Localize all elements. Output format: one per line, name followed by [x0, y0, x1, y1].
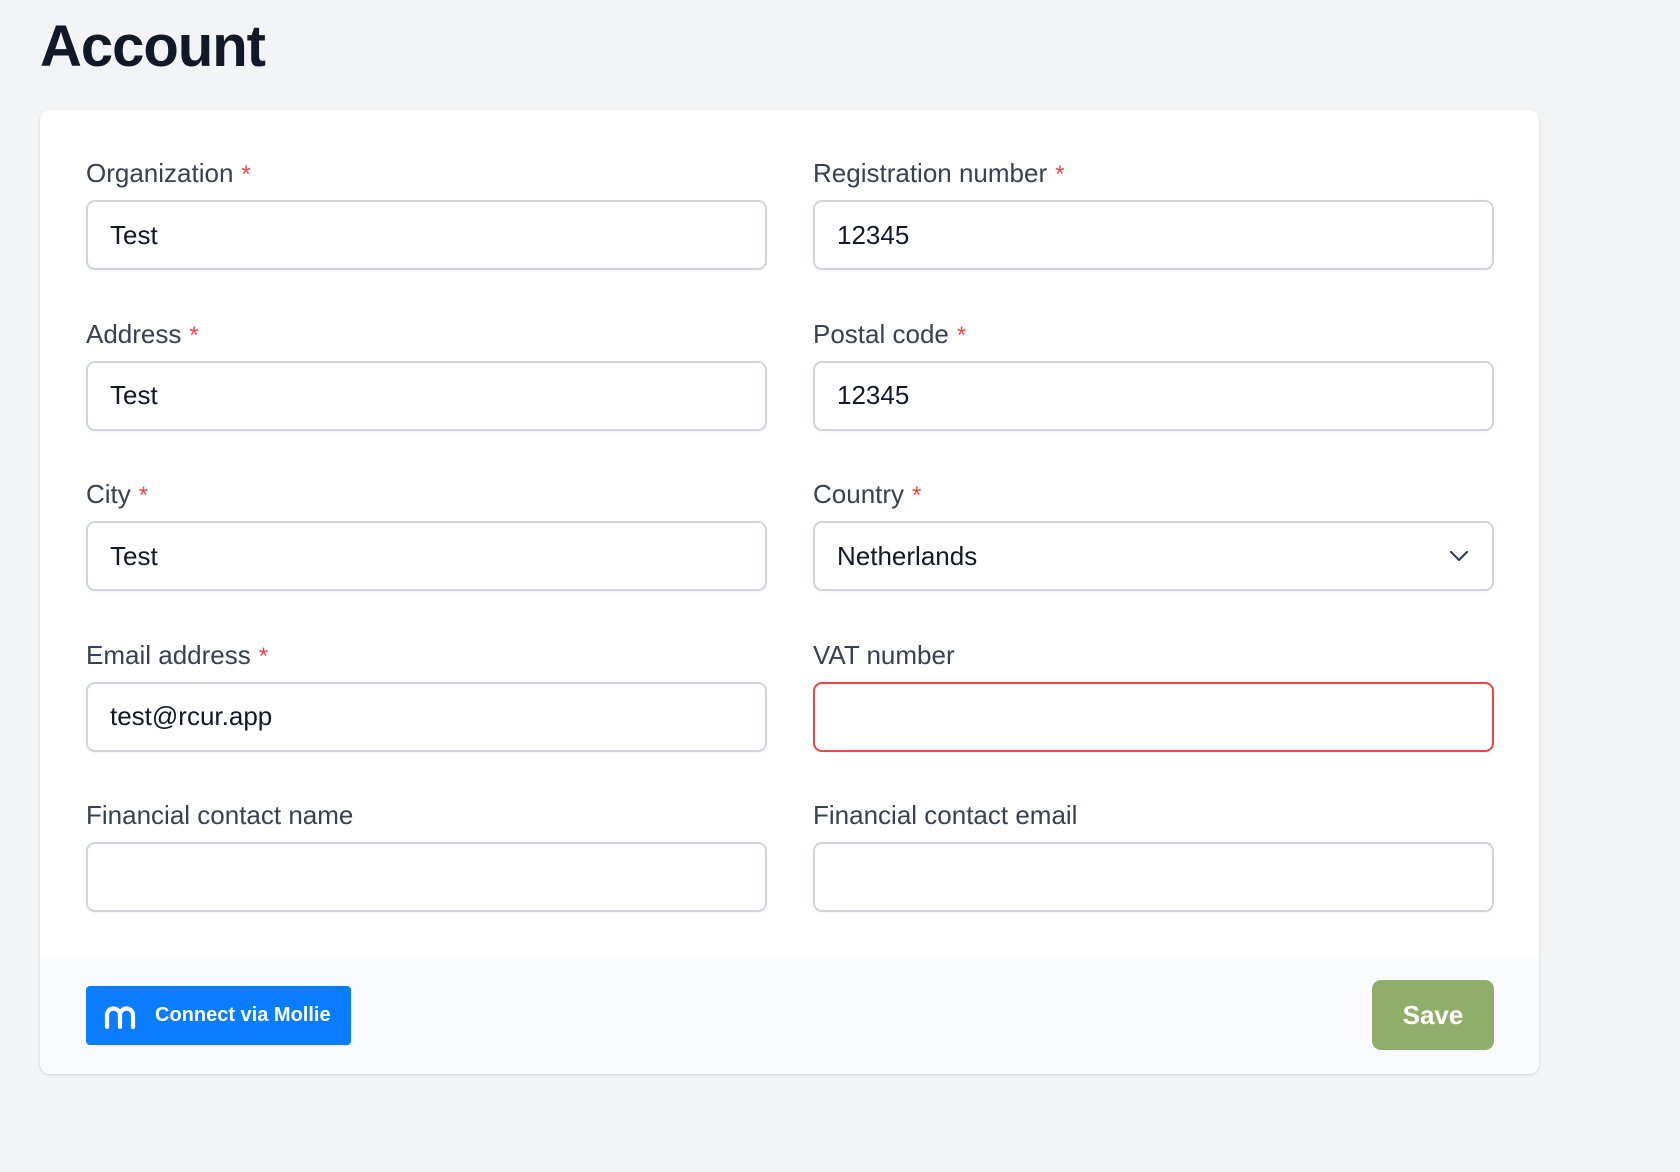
organization-label: Organization *: [86, 156, 767, 200]
required-asterisk: *: [241, 161, 251, 188]
chevron-down-icon: [1449, 550, 1469, 562]
city-label: City *: [86, 477, 767, 521]
financial-contact-email-label: Financial contact email: [813, 800, 1078, 830]
postal-code-input[interactable]: [813, 360, 1494, 431]
save-button[interactable]: Save: [1372, 980, 1494, 1050]
required-asterisk: *: [912, 482, 922, 509]
email-address-label-text: Email address: [86, 639, 251, 670]
country-select-value[interactable]: Netherlands: [813, 521, 1494, 591]
financial-contact-email-input[interactable]: [813, 842, 1494, 912]
city-field: City *: [86, 477, 767, 638]
vat-number-input[interactable]: [813, 681, 1494, 752]
financial-contact-name-field: Financial contact name: [86, 798, 767, 959]
address-input[interactable]: [86, 360, 767, 431]
postal-code-label: Postal code *: [813, 317, 1494, 361]
address-label-text: Address: [86, 318, 182, 349]
financial-contact-email-field: Financial contact email: [813, 798, 1494, 959]
address-field: Address *: [86, 317, 767, 478]
postal-code-field: Postal code *: [813, 317, 1494, 478]
country-field: Country * Netherlands: [813, 477, 1494, 638]
city-input[interactable]: [86, 521, 767, 591]
required-asterisk: *: [258, 642, 269, 670]
connect-via-mollie-button[interactable]: Connect via Mollie: [86, 986, 351, 1045]
postal-code-label-text: Postal code: [813, 318, 949, 349]
mollie-logo-icon: [104, 1005, 136, 1029]
required-asterisk: *: [189, 321, 199, 349]
connect-via-mollie-label: Connect via Mollie: [155, 1004, 331, 1026]
page-title: Account: [40, 14, 266, 79]
registration-number-input[interactable]: [813, 200, 1494, 270]
vat-number-label: VAT number: [813, 639, 955, 670]
registration-number-label-text: Registration number: [813, 158, 1048, 188]
financial-contact-name-input[interactable]: [86, 842, 767, 912]
registration-number-label: Registration number *: [813, 156, 1494, 200]
required-asterisk: *: [138, 482, 149, 509]
address-label: Address *: [86, 317, 767, 361]
country-label-text: Country: [813, 479, 905, 509]
vat-number-field: VAT number: [813, 638, 1494, 799]
registration-number-field: Registration number *: [813, 156, 1494, 317]
organization-label-text: Organization: [86, 158, 234, 188]
city-label-text: City: [86, 479, 131, 509]
email-address-label: Email address *: [86, 638, 767, 682]
country-select[interactable]: Netherlands: [813, 521, 1494, 591]
email-address-field: Email address *: [86, 638, 767, 799]
organization-field: Organization *: [86, 156, 767, 317]
form-footer: Connect via Mollie Save: [40, 958, 1539, 1074]
country-label: Country *: [813, 477, 1494, 521]
email-address-input[interactable]: [86, 681, 767, 752]
financial-contact-name-label: Financial contact name: [86, 800, 354, 830]
organization-input[interactable]: [86, 200, 767, 270]
account-form-card: Organization * Registration number * Addre…: [40, 110, 1539, 1074]
account-form: Organization * Registration number * Addre…: [86, 156, 1494, 959]
required-asterisk: *: [956, 321, 967, 349]
required-asterisk: *: [1055, 161, 1065, 188]
